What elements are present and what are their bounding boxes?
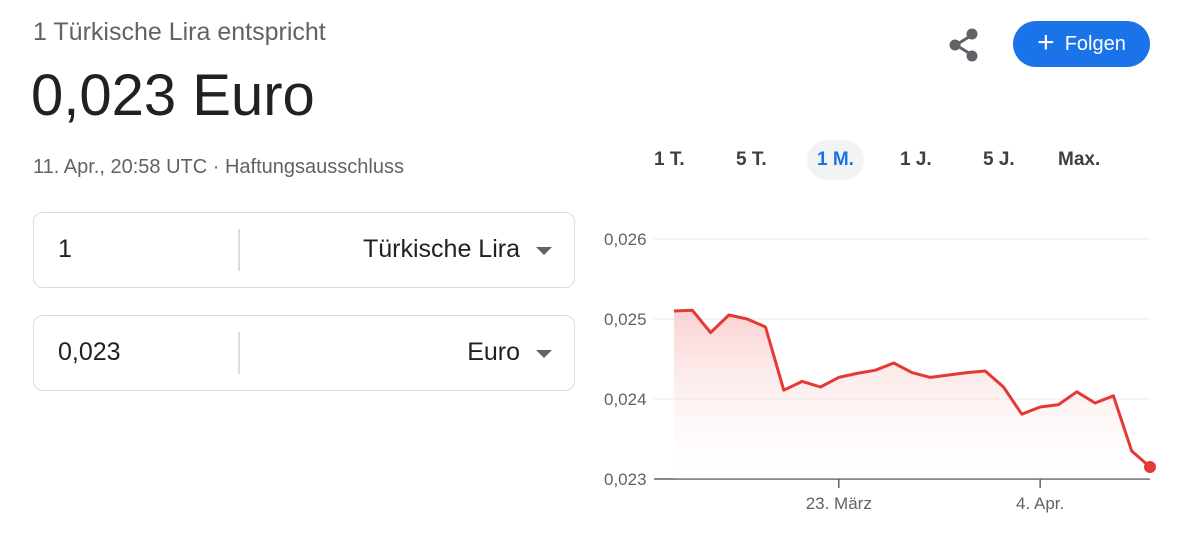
tab-max[interactable]: Max. [1048,140,1110,180]
tab-1-day[interactable]: 1 T. [644,140,695,180]
tab-5-days[interactable]: 5 T. [726,140,777,180]
y-tick-label: 0,024 [604,390,647,409]
from-currency-select[interactable]: Türkische Lira [363,235,520,264]
to-amount-input[interactable]: 0,023 [58,338,121,367]
tab-5-years[interactable]: 5 J. [973,140,1025,180]
x-tick-label: 23. März [806,494,872,513]
tab-1-month[interactable]: 1 M. [807,140,864,180]
disclaimer-link[interactable]: Haftungsausschluss [225,156,404,178]
y-tick-label: 0,025 [604,310,647,329]
exchange-rate-chart[interactable]: 0,023 0,024 0,025 0,026 23. März 4. Apr. [590,215,1170,525]
y-tick-label: 0,023 [604,470,647,489]
x-tick-label: 4. Apr. [1016,494,1064,513]
conversion-rate: 0,023 Euro [31,63,315,128]
timestamp-line: 11. Apr., 20:58 UTC · Haftungsausschluss [33,156,404,179]
meta-separator: · [207,156,225,178]
conversion-subtitle: 1 Türkische Lira entspricht [33,18,326,46]
from-currency-row: 1 Türkische Lira [33,212,575,288]
chevron-down-icon[interactable] [536,350,552,358]
follow-label: Folgen [1064,32,1126,55]
range-tabs: 1 T. 5 T. 1 M. 1 J. 5 J. Max. [640,140,1160,180]
to-currency-row: 0,023 Euro [33,315,575,391]
current-value-point [1144,461,1156,473]
follow-button[interactable]: + Folgen [1013,21,1150,67]
divider [238,229,240,271]
plus-icon: + [1037,25,1055,59]
from-amount-input[interactable]: 1 [58,235,72,264]
to-currency-select[interactable]: Euro [467,338,520,367]
share-icon [949,28,978,62]
chevron-down-icon[interactable] [536,247,552,255]
timestamp: 11. Apr., 20:58 UTC [33,156,208,178]
tab-1-year[interactable]: 1 J. [890,140,942,180]
share-button[interactable] [943,24,985,66]
y-tick-label: 0,026 [604,230,647,249]
divider [238,332,240,374]
